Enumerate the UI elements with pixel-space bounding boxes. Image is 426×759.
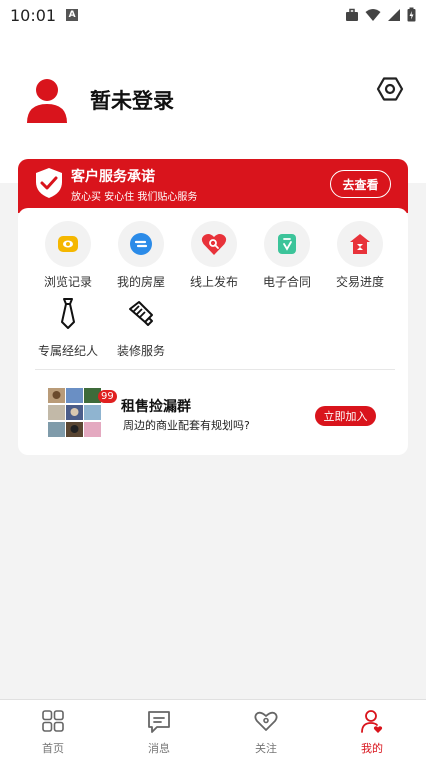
settings-hexagon-icon: [376, 77, 404, 101]
join-group-button[interactable]: 立即加入: [315, 406, 376, 426]
message-icon: [148, 711, 170, 733]
tab-label: 我的: [361, 742, 383, 755]
shield-check-icon: [36, 168, 62, 198]
settings-button[interactable]: [376, 75, 404, 103]
tab-label: 消息: [148, 742, 170, 755]
menu-item-transaction-progress[interactable]: 交易进度: [323, 221, 397, 290]
group-avatar-grid[interactable]: 99: [48, 388, 117, 438]
service-subtitle: 放心买 安心住 我们贴心服务: [71, 192, 198, 203]
user-avatar-icon: [27, 79, 67, 123]
divider: [35, 369, 395, 370]
profile-section[interactable]: 暂未登录: [25, 77, 174, 123]
wifi-icon: [365, 8, 381, 21]
briefcase-icon: [346, 8, 358, 21]
menu-label: 交易进度: [335, 275, 384, 289]
grid-icon: [42, 710, 64, 732]
menu-item-online-publish[interactable]: 线上发布: [177, 221, 251, 290]
tab-home[interactable]: 首页: [23, 708, 83, 756]
unread-badge: 99: [98, 390, 117, 403]
menu-item-my-house[interactable]: 我的房屋: [104, 221, 178, 290]
menu-item-exclusive-agent[interactable]: 专属经纪人: [31, 290, 105, 359]
heart-icon: [254, 711, 278, 731]
menu-item-decoration-service[interactable]: 装修服务: [104, 290, 178, 359]
menu-label: 线上发布: [189, 275, 238, 289]
transaction-progress-icon: [350, 234, 370, 254]
menu-label: 浏览记录: [43, 275, 92, 289]
browse-history-icon: [58, 236, 78, 252]
notification-icon: A: [66, 9, 79, 21]
battery-icon: [407, 7, 416, 22]
service-promise-banner[interactable]: 客户服务承诺 放心买 安心住 我们贴心服务 去查看: [18, 159, 408, 213]
online-publish-icon: [201, 234, 227, 255]
tab-label: 首页: [42, 742, 64, 755]
user-heart-icon: [361, 710, 383, 733]
menu-label: 我的房屋: [116, 275, 165, 289]
status-time: 10:01: [10, 5, 57, 25]
menu-item-e-contract[interactable]: 电子合同: [250, 221, 324, 290]
tie-icon: [61, 298, 75, 329]
bottom-tab-bar: 首页 消息 关注 我的: [0, 699, 426, 759]
tab-label: 关注: [255, 742, 277, 755]
group-title: 租售捡漏群: [121, 399, 191, 415]
signal-icon: [388, 8, 400, 21]
e-contract-icon: [278, 234, 296, 254]
menu-item-browse-history[interactable]: 浏览记录: [31, 221, 105, 290]
view-service-button[interactable]: 去查看: [330, 170, 391, 198]
login-status-text[interactable]: 暂未登录: [90, 85, 174, 115]
my-house-icon: [130, 233, 152, 255]
menu-label: 专属经纪人: [37, 344, 98, 358]
group-description: 周边的商业配套有规划吗?: [123, 419, 250, 432]
tab-mine[interactable]: 我的: [342, 708, 402, 756]
status-icons: [345, 7, 416, 22]
tab-messages[interactable]: 消息: [129, 708, 189, 756]
menu-card: 浏览记录 我的房屋 线上发布 电子合同 交易进度 专属经纪人 装修服务 99 租…: [18, 208, 408, 455]
status-bar: 10:01 A: [0, 0, 426, 30]
tab-follow[interactable]: 关注: [236, 708, 296, 756]
group-avatars-image: [48, 388, 101, 437]
avatar[interactable]: [25, 77, 69, 123]
menu-label: 装修服务: [116, 344, 165, 358]
menu-label: 电子合同: [262, 275, 311, 289]
service-title: 客户服务承诺: [71, 169, 155, 185]
brush-icon: [129, 301, 153, 326]
